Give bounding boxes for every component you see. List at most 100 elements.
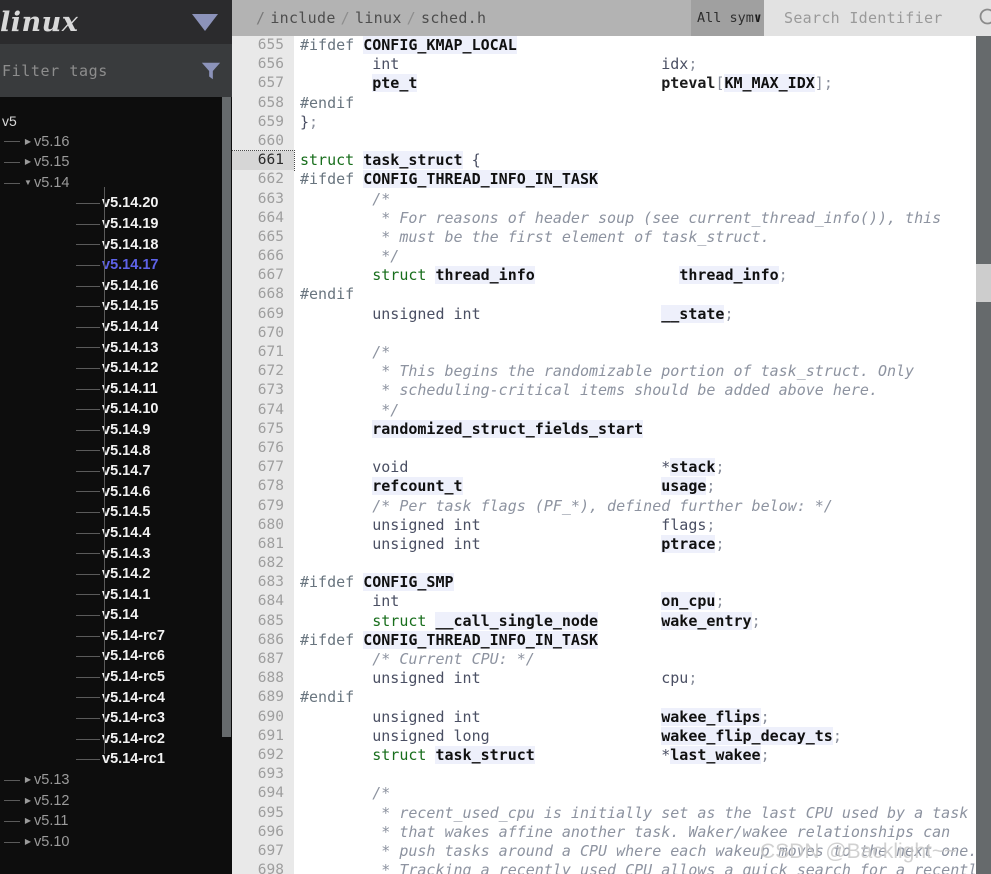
vertical-scrollbar[interactable]	[976, 36, 991, 874]
caret-collapsed-icon[interactable]: ▶	[22, 817, 34, 825]
symbol-scope-select[interactable]: All sym ∨	[691, 0, 764, 36]
tree-item-v5[interactable]: v5	[0, 111, 232, 132]
tree-item-v5-16[interactable]: ▶ v5.16	[0, 132, 232, 153]
vertical-scrollbar-thumb[interactable]	[976, 264, 991, 302]
identifier-link[interactable]: thread_info	[679, 266, 779, 285]
identifier-link[interactable]: thread_info	[435, 266, 535, 285]
line-number[interactable]: 658	[232, 93, 294, 113]
line-number[interactable]: 675	[232, 419, 294, 439]
tree-item-v5-12[interactable]: ▶ v5.12	[0, 791, 232, 812]
tree-item-v5-14-9[interactable]: v5.14.9	[0, 420, 232, 441]
breadcrumb-item-linux[interactable]: linux	[355, 9, 402, 27]
tree-item-v5-14-8[interactable]: v5.14.8	[0, 441, 232, 462]
line-number[interactable]: 666	[232, 247, 294, 267]
identifier-link[interactable]: refcount_t	[372, 477, 463, 496]
tree-item-v5-14-15[interactable]: v5.14.15	[0, 296, 232, 317]
line-number[interactable]: 694	[232, 784, 294, 804]
tree-item-v5-14-rc4[interactable]: v5.14-rc4	[0, 688, 232, 709]
line-number[interactable]: 680	[232, 515, 294, 535]
tree-item-v5-14-19[interactable]: v5.14.19	[0, 214, 232, 235]
identifier-link[interactable]: randomized_struct_fields_start	[372, 419, 644, 438]
caret-expanded-icon[interactable]: ▼	[22, 179, 34, 187]
tree-item-v5-14-5[interactable]: v5.14.5	[0, 502, 232, 523]
tree-item-v5-15[interactable]: ▶ v5.15	[0, 152, 232, 173]
line-number[interactable]: 655	[232, 36, 294, 56]
identifier-link[interactable]: ptrace	[661, 534, 716, 553]
line-number[interactable]: 683	[232, 573, 294, 593]
tree-item-v5-14-11[interactable]: v5.14.11	[0, 379, 232, 400]
line-number[interactable]: 659	[232, 112, 294, 132]
line-number[interactable]: 696	[232, 822, 294, 842]
line-number[interactable]: 695	[232, 803, 294, 823]
breadcrumb-item-include[interactable]: include	[270, 9, 335, 27]
sidebar-scrollbar[interactable]	[222, 97, 231, 737]
tree-item-v5-14-13[interactable]: v5.14.13	[0, 338, 232, 359]
line-number[interactable]: 667	[232, 266, 294, 286]
tree-item-v5-14-17[interactable]: v5.14.17	[0, 255, 232, 276]
tree-item-v5-14-2[interactable]: v5.14.2	[0, 564, 232, 585]
search-icon[interactable]	[977, 6, 991, 30]
caret-collapsed-icon[interactable]: ▶	[22, 158, 34, 166]
tree-item-v5-14-6[interactable]: v5.14.6	[0, 482, 232, 503]
tree-item-v5-14[interactable]: v5.14	[0, 605, 232, 626]
tree-item-v5-14-4[interactable]: v5.14.4	[0, 523, 232, 544]
identifier-link[interactable]: CONFIG_SMP	[363, 573, 454, 592]
line-number[interactable]: 693	[232, 765, 294, 785]
identifier-link[interactable]: pte_t	[372, 74, 418, 93]
identifier-link[interactable]: task_struct	[363, 151, 463, 170]
tree-item-v5-14-16[interactable]: v5.14.16	[0, 276, 232, 297]
tree-item-v5-14-20[interactable]: v5.14.20	[0, 193, 232, 214]
identifier-link[interactable]: stack	[670, 458, 716, 477]
chevron-down-icon[interactable]	[192, 13, 218, 31]
line-number[interactable]: 697	[232, 841, 294, 862]
caret-collapsed-icon[interactable]: ▶	[22, 838, 34, 846]
caret-collapsed-icon[interactable]: ▶	[22, 776, 34, 784]
breadcrumb-item-schedh[interactable]: sched.h	[421, 9, 486, 27]
identifier-link[interactable]: CONFIG_KMAP_LOCAL	[363, 36, 517, 54]
line-number[interactable]: 689	[232, 688, 294, 708]
tags-tree-scroll-area[interactable]: v5 ▶ v5.16 ▶ v5.15 ▼ v5.14 v5.14.20 v5.14.19 v5.1…	[0, 97, 232, 874]
identifier-link[interactable]: on_cpu	[661, 592, 716, 611]
line-number[interactable]: 669	[232, 304, 294, 324]
tree-item-v5-13[interactable]: ▶ v5.13	[0, 770, 232, 791]
tree-item-v5-11[interactable]: ▶ v5.11	[0, 811, 232, 832]
identifier-link[interactable]: pteval	[661, 74, 715, 92]
line-number[interactable]: 684	[232, 592, 294, 612]
line-number[interactable]: 690	[232, 707, 294, 727]
line-number[interactable]: 682	[232, 554, 294, 574]
tree-item-v5-14[interactable]: ▼ v5.14	[0, 173, 232, 194]
tree-item-v5-14-12[interactable]: v5.14.12	[0, 358, 232, 379]
identifier-link[interactable]: wakee_flips	[661, 707, 761, 726]
line-number[interactable]: 698	[232, 861, 294, 874]
line-number[interactable]: 664	[232, 208, 294, 228]
line-number[interactable]: 661	[232, 150, 295, 172]
line-number[interactable]: 688	[232, 669, 294, 689]
tree-item-v5-14-rc3[interactable]: v5.14-rc3	[0, 708, 232, 729]
identifier-link[interactable]: wakee_flip_decay_ts	[661, 726, 833, 745]
line-number[interactable]: 671	[232, 343, 294, 363]
identifier-link[interactable]: __call_single_node	[435, 611, 599, 630]
tree-item-v5-14-rc5[interactable]: v5.14-rc5	[0, 667, 232, 688]
tree-item-v5-14-14[interactable]: v5.14.14	[0, 317, 232, 338]
line-number[interactable]: 656	[232, 55, 294, 75]
caret-collapsed-icon[interactable]: ▶	[22, 796, 34, 805]
identifier-link[interactable]: CONFIG_THREAD_INFO_IN_TASK	[363, 170, 599, 189]
caret-collapsed-icon[interactable]: ▶	[22, 137, 34, 146]
line-number[interactable]: 670	[232, 323, 294, 344]
line-number[interactable]: 679	[232, 496, 294, 516]
line-number[interactable]: 662	[232, 170, 294, 190]
source-code-view[interactable]: 655 #ifdef CONFIG_KMAP_LOCAL 656 int idx; 6…	[232, 36, 975, 874]
identifier-link[interactable]: __state	[661, 304, 725, 323]
filter-tags-input[interactable]	[0, 60, 200, 81]
line-number[interactable]: 668	[232, 285, 294, 305]
breadcrumb-root[interactable]: /	[256, 9, 265, 27]
line-number[interactable]: 681	[232, 534, 294, 555]
line-number[interactable]: 674	[232, 400, 294, 420]
identifier-link[interactable]: usage	[661, 477, 707, 496]
line-number[interactable]: 677	[232, 458, 294, 478]
tree-item-v5-14-3[interactable]: v5.14.3	[0, 543, 232, 564]
identifier-link[interactable]: KM_MAX_IDX	[724, 74, 815, 93]
line-number[interactable]: 676	[232, 438, 294, 459]
tree-item-v5-14-rc6[interactable]: v5.14-rc6	[0, 646, 232, 667]
identifier-link[interactable]: task_struct	[435, 745, 535, 764]
